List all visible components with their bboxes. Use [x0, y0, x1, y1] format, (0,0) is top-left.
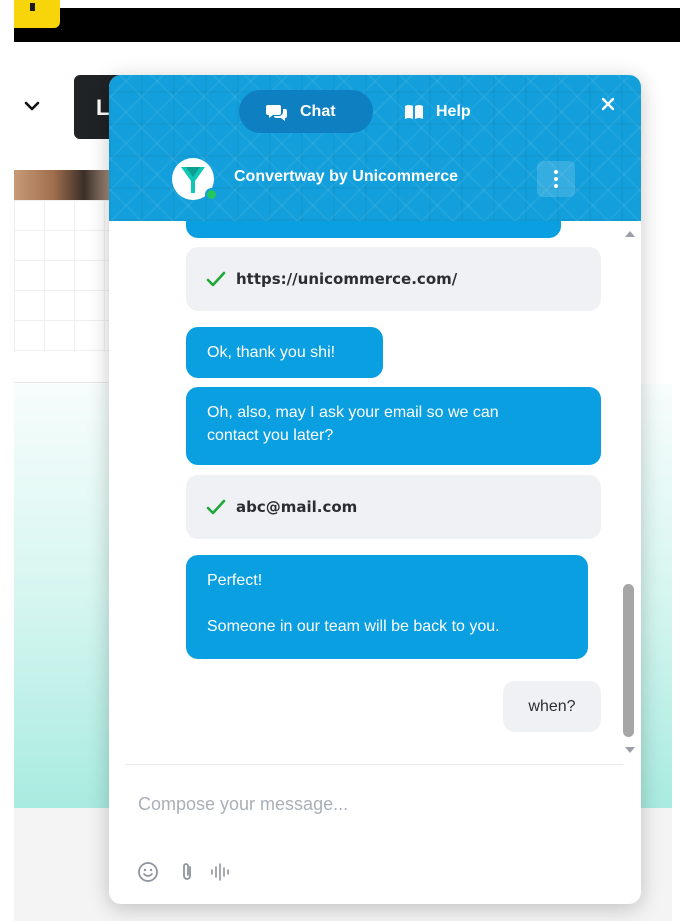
quick-reply-text: https://unicommerce.com/ [236, 270, 458, 288]
book-icon [405, 104, 423, 119]
page-grid-section [14, 200, 114, 352]
message-bubble: Perfect! Someone in our team will be bac… [186, 555, 588, 659]
chevron-down-icon[interactable] [22, 96, 44, 118]
user-message-text: when? [528, 697, 576, 715]
emoji-icon[interactable] [137, 861, 159, 888]
quick-reply-text: abc@mail.com [236, 498, 358, 516]
scrollbar-thumb[interactable] [623, 584, 634, 737]
tab-help[interactable]: Help [389, 90, 509, 133]
quick-reply-email: abc@mail.com [186, 475, 601, 539]
message-text: Ok, thank you shi! [207, 344, 336, 361]
check-icon [206, 271, 226, 287]
message-input[interactable] [138, 791, 608, 817]
scroll-up-arrow-icon[interactable] [625, 231, 635, 237]
message-bubble: Ok, thank you shi! [186, 327, 383, 378]
more-options-icon[interactable] [537, 161, 575, 197]
user-message-bubble: when? [503, 681, 601, 732]
page-logo-mark [30, 3, 35, 11]
check-icon [206, 499, 226, 515]
message-list[interactable]: https://unicommerce.com/ Ok, thank you s… [109, 221, 641, 764]
page-hero-image [14, 170, 114, 200]
page-top-bar [14, 8, 680, 42]
online-status-indicator [205, 188, 218, 201]
chat-widget: Chat Help Convertway by Unicommerce http… [109, 75, 641, 904]
close-icon[interactable] [597, 93, 619, 115]
tab-chat-label: Chat [300, 102, 336, 120]
message-text: Oh, also, may I ask your email so we can [207, 404, 499, 421]
message-bubble: Oh, also, may I ask your email so we can… [186, 387, 601, 465]
message-text: Someone in our team will be back to you. [207, 618, 500, 635]
chat-bubbles-icon [266, 104, 287, 121]
page-logo-badge[interactable] [14, 0, 60, 28]
page-dark-button-label: L [96, 95, 110, 120]
brand-name: Convertway by Unicommerce [234, 168, 459, 185]
composer-divider [125, 764, 623, 765]
chat-header: Chat Help Convertway by Unicommerce [109, 75, 641, 221]
scroll-down-arrow-icon[interactable] [625, 747, 635, 753]
message-bubble-partial [186, 221, 561, 238]
quick-reply-url: https://unicommerce.com/ [186, 247, 601, 311]
tab-help-label: Help [436, 102, 471, 120]
tab-chat[interactable]: Chat [239, 90, 373, 133]
attachment-icon[interactable] [179, 861, 195, 888]
message-text: Perfect! [207, 572, 263, 589]
voice-icon[interactable] [209, 861, 231, 888]
page-divider [14, 382, 114, 383]
message-text: contact you later? [207, 427, 334, 444]
